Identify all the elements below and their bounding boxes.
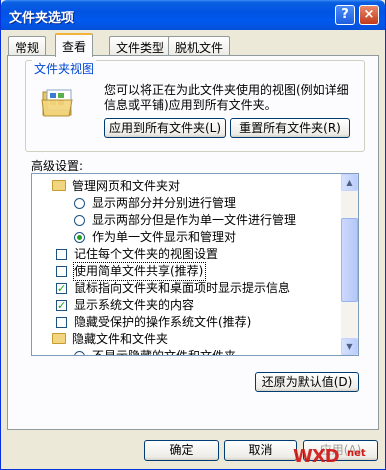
list-item-label: 显示两部分并分别进行管理 xyxy=(92,196,237,210)
apply-to-all-folders-button[interactable]: 应用到所有文件夹(L) xyxy=(104,118,226,138)
chevron-down-icon: ▼ xyxy=(346,342,353,351)
checkbox[interactable] xyxy=(56,266,67,277)
scrollbar-thumb[interactable] xyxy=(341,218,358,302)
tab-file-types[interactable]: 文件类型 xyxy=(109,36,172,55)
ok-button[interactable]: 确定 xyxy=(144,440,219,461)
radio-button[interactable] xyxy=(74,198,85,209)
list-item-label: 管理网页和文件夹对 xyxy=(72,179,181,193)
folder-views-legend: 文件夹视图 xyxy=(32,60,97,77)
vertical-scrollbar[interactable]: ▲ ▼ xyxy=(341,174,358,355)
folder-views-description: 您可以将正在为此文件夹使用的视图(例如详细信息或平铺)应用到所有文件夹。 xyxy=(104,83,349,112)
tab-general[interactable]: 常规 xyxy=(8,36,47,55)
reset-all-folders-button[interactable]: 重置所有文件夹(R) xyxy=(230,118,350,138)
help-button[interactable]: ? xyxy=(335,5,355,25)
checkbox[interactable] xyxy=(56,280,67,297)
folder-icon xyxy=(52,180,66,191)
list-item-label: 使用简单文件共享(推荐) xyxy=(72,262,207,281)
tab-offline-files[interactable]: 脱机文件 xyxy=(168,36,231,55)
list-item-label: 隐藏受保护的操作系统文件(推荐) xyxy=(74,315,252,329)
tab-view[interactable]: 查看 xyxy=(55,33,94,57)
list-item-label: 显示系统文件夹的内容 xyxy=(74,298,195,312)
list-item-label: 记住每个文件夹的视图设置 xyxy=(74,247,219,261)
list-item-label: 作为单一文件显示和管理对 xyxy=(92,230,237,244)
radio-button[interactable] xyxy=(74,215,85,226)
checkbox[interactable] xyxy=(56,317,67,328)
list-item-label: 不显示隐藏的文件和文件夹 xyxy=(92,349,237,356)
radio-button[interactable] xyxy=(74,351,85,355)
advanced-settings-list[interactable]: 管理网页和文件夹对 显示两部分并分别进行管理 显示两部分但是作为单一文件进行管理… xyxy=(31,173,359,356)
scroll-up-button[interactable]: ▲ xyxy=(341,174,358,191)
window-title: 文件夹选项 xyxy=(9,11,75,26)
list-item-label: 显示两部分但是作为单一文件进行管理 xyxy=(92,213,297,227)
folder-options-window: 文件夹选项 ? × 常规 查看 文件类型 脱机文件 文件夹视图 您可以将正在为此… xyxy=(0,0,386,470)
cancel-button[interactable]: 取消 xyxy=(224,440,297,461)
scroll-down-button[interactable]: ▼ xyxy=(341,338,358,355)
list-item-label: 鼠标指向文件夹和桌面项时显示提示信息 xyxy=(74,281,291,295)
chevron-up-icon: ▲ xyxy=(346,178,353,187)
title-bar[interactable]: 文件夹选项 ? × xyxy=(1,0,385,30)
help-icon: ? xyxy=(341,7,349,22)
restore-defaults-button[interactable]: 还原为默认值(D) xyxy=(255,372,359,392)
folder-view-icon xyxy=(41,89,73,117)
advanced-settings-label: 高级设置: xyxy=(31,159,84,173)
checkbox[interactable] xyxy=(56,249,67,260)
checkbox[interactable] xyxy=(56,297,67,314)
radio-button[interactable] xyxy=(74,232,85,243)
folder-icon xyxy=(52,333,66,344)
watermark-logo: WXD xyxy=(293,446,340,467)
list-item-label: 隐藏文件和文件夹 xyxy=(72,332,169,346)
close-button[interactable]: × xyxy=(359,5,379,25)
watermark-suffix: net xyxy=(347,448,366,459)
close-icon: × xyxy=(363,7,375,22)
